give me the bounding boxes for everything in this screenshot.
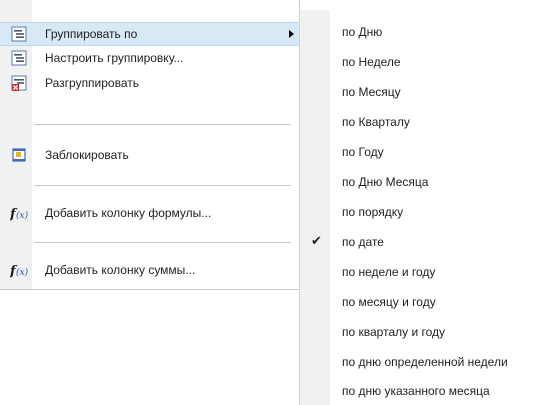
submenu-item-by-year[interactable]: по Году (300, 138, 560, 166)
menu-item-label: Группировать по (45, 27, 138, 41)
submenu-item-by-quarter[interactable]: по Кварталу (300, 108, 560, 136)
submenu-item-by-day-of-specified-month[interactable]: по дню указанного месяца (300, 377, 560, 405)
submenu-item-label: по неделе и году (342, 265, 436, 279)
submenu-item-label: по Дню (342, 25, 383, 39)
menu-separator (34, 185, 291, 186)
menu-item-label: Добавить колонку суммы... (45, 263, 196, 277)
lock-column-icon (12, 148, 26, 162)
submenu-item-label: по дате (342, 235, 384, 249)
menu-item-add-sum-column[interactable]: f (x) Добавить колонку суммы... (0, 258, 299, 282)
checkmark-icon: ✔ (311, 233, 322, 249)
svg-text:(x): (x) (16, 210, 28, 221)
menu-item-lock[interactable]: Заблокировать (0, 143, 299, 167)
submenu-item-label: по месяцу и году (342, 295, 436, 309)
formula-icon: f (x) (10, 264, 28, 278)
group-by-icon (11, 26, 27, 42)
submenu-item-by-month[interactable]: по Месяцу (300, 78, 560, 106)
submenu-item-by-date[interactable]: ✔ по дате (300, 228, 560, 256)
submenu-arrow-icon (289, 30, 294, 38)
submenu-item-by-week[interactable]: по Неделе (300, 48, 560, 76)
svg-text:(x): (x) (16, 267, 28, 278)
menu-separator (34, 124, 291, 125)
submenu-item-label: по Дню Месяца (342, 175, 429, 189)
submenu-item-by-week-and-year[interactable]: по неделе и году (300, 258, 560, 286)
submenu-item-label: по кварталу и году (342, 325, 446, 339)
menu-item-add-formula-column[interactable]: f (x) Добавить колонку формулы... (0, 201, 299, 225)
submenu-item-label: по Году (342, 145, 384, 159)
submenu-item-label: по Неделе (342, 55, 401, 69)
submenu-item-by-day[interactable]: по Дню (300, 18, 560, 46)
submenu-item-label: по Месяцу (342, 85, 401, 99)
menu-item-group-by[interactable]: Группировать по (0, 22, 299, 46)
menu-item-label: Разгруппировать (45, 76, 140, 90)
menu-item-label: Настроить группировку... (45, 51, 184, 65)
ungroup-icon (11, 75, 27, 91)
menu-item-label: Добавить колонку формулы... (45, 206, 212, 220)
submenu-item-label: по дню указанного месяца (342, 384, 490, 398)
submenu-item-by-month-and-year[interactable]: по месяцу и году (300, 288, 560, 316)
submenu-item-by-day-of-month[interactable]: по Дню Месяца (300, 168, 560, 196)
configure-grouping-icon (11, 50, 27, 66)
menu-separator (34, 242, 291, 243)
submenu-item-label: по Кварталу (342, 115, 410, 129)
group-by-submenu: по Дню по Неделе по Месяцу по Кварталу п… (299, 10, 560, 405)
submenu-item-by-day-of-week[interactable]: по дню определенной недели (300, 348, 560, 376)
submenu-item-by-order[interactable]: по порядку (300, 198, 560, 226)
submenu-item-by-quarter-and-year[interactable]: по кварталу и году (300, 318, 560, 346)
formula-icon: f (x) (10, 207, 28, 221)
menu-item-configure-grouping[interactable]: Настроить группировку... (0, 46, 299, 70)
submenu-item-label: по порядку (342, 205, 404, 219)
submenu-item-label: по дню определенной недели (342, 355, 508, 369)
menu-item-ungroup[interactable]: Разгруппировать (0, 71, 299, 95)
context-menu: Группировать по Настроить группировку...… (0, 0, 300, 290)
menu-item-label: Заблокировать (45, 148, 129, 162)
